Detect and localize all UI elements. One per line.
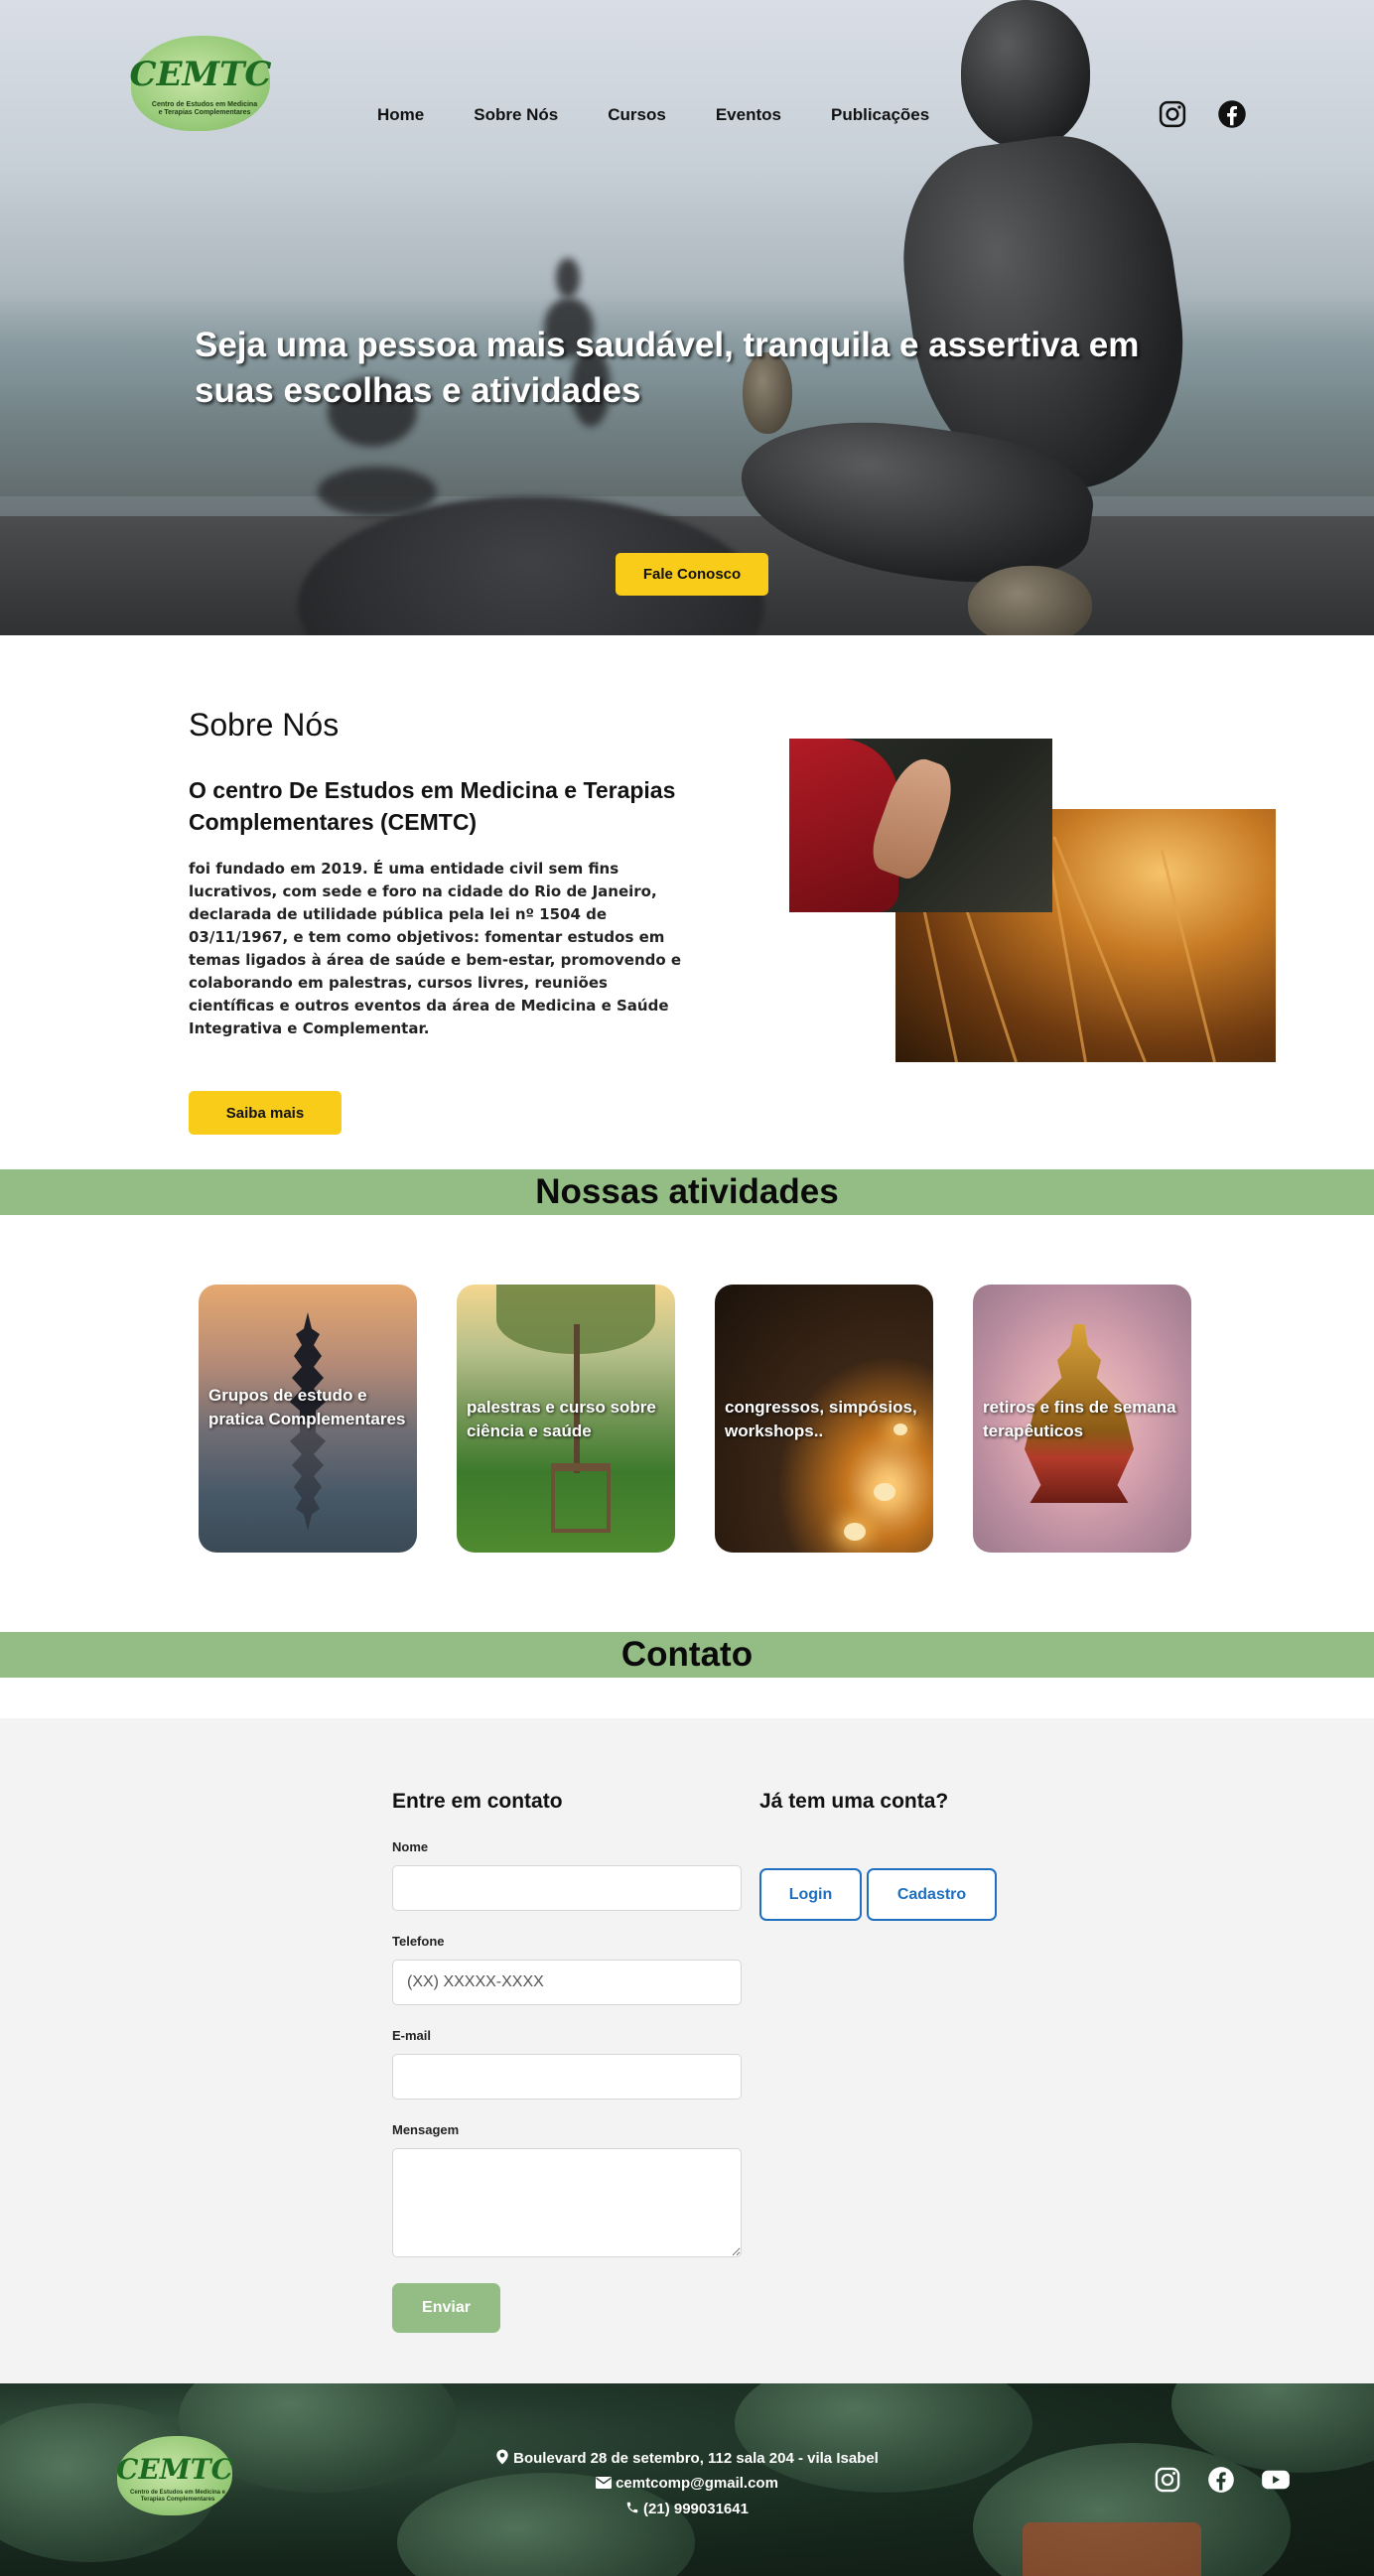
site-logo[interactable]: CEMTC Centro de Estudos em Medicina e Te… bbox=[129, 36, 272, 131]
pagoda-reflection bbox=[288, 1422, 328, 1531]
nav-item-publicacoes[interactable]: Publicações bbox=[831, 105, 929, 125]
candle-shape bbox=[844, 1523, 866, 1541]
nav-item-cursos[interactable]: Cursos bbox=[608, 105, 666, 125]
main-nav: Home Sobre Nós Cursos Eventos Publicaçõe… bbox=[377, 105, 929, 125]
activity-card-label: retiros e fins de semana terapêuticos bbox=[983, 1398, 1176, 1440]
about-subheading: O centro De Estudos em Medicina e Terapi… bbox=[189, 777, 676, 835]
footer-logo[interactable]: CEMTC Centro de Estudos em Medicina e Te… bbox=[116, 2436, 233, 2515]
contact-form-title: Entre em contato bbox=[392, 1790, 563, 1813]
logo-text: CEMTC bbox=[116, 2452, 233, 2486]
location-pin-icon bbox=[495, 2449, 509, 2469]
activity-card-retreats[interactable]: retiros e fins de semana terapêuticos bbox=[973, 1285, 1191, 1553]
contact-section bbox=[0, 1718, 1374, 2383]
wheat-stalk bbox=[1160, 850, 1216, 1062]
message-label: Mensagem bbox=[392, 2122, 460, 2137]
hero-stone bbox=[961, 0, 1090, 149]
logo-subtitle: Centro de Estudos em Medicina e Terapias… bbox=[151, 101, 258, 116]
about-body: foi fundado em 2019. É uma entidade civi… bbox=[189, 860, 682, 1037]
hero-title: Seja uma pessoa mais saudável, tranquila… bbox=[195, 326, 1140, 410]
instagram-icon[interactable] bbox=[1154, 2466, 1181, 2494]
candle-shape bbox=[874, 1483, 895, 1501]
logo-subtitle: Centro de Estudos em Medicina e Terapias… bbox=[129, 2490, 226, 2503]
activity-card-label: congressos, simpósios, workshops.. bbox=[725, 1398, 917, 1440]
phone-icon bbox=[625, 2501, 639, 2518]
envelope-icon bbox=[596, 2476, 613, 2493]
login-button[interactable]: Login bbox=[759, 1868, 862, 1921]
wooden-stand bbox=[551, 1463, 611, 1533]
message-textarea[interactable] bbox=[392, 2148, 742, 2257]
youtube-icon[interactable] bbox=[1261, 2466, 1291, 2494]
footer-email-text[interactable]: cemtcomp@gmail.com bbox=[616, 2475, 778, 2492]
account-title: Já tem uma conta? bbox=[759, 1790, 949, 1813]
name-input[interactable] bbox=[392, 1865, 742, 1911]
phone-label: Telefone bbox=[392, 1934, 445, 1949]
saiba-mais-button[interactable]: Saiba mais bbox=[189, 1091, 342, 1135]
submit-button[interactable]: Enviar bbox=[392, 2283, 500, 2333]
about-heading: Sobre Nós bbox=[189, 707, 340, 743]
activity-card-study-groups[interactable]: Grupos de estudo e pratica Complementare… bbox=[199, 1285, 417, 1553]
header-social-links bbox=[1158, 99, 1247, 129]
email-label: E-mail bbox=[392, 2028, 432, 2043]
footer-address-text: Boulevard 28 de setembro, 112 sala 204 -… bbox=[513, 2449, 879, 2467]
signup-button[interactable]: Cadastro bbox=[867, 1868, 997, 1921]
contact-heading: Contato bbox=[0, 1632, 1374, 1678]
activity-card-label: palestras e curso sobre ciência e saúde bbox=[467, 1398, 656, 1440]
hero-stone-blur bbox=[318, 467, 437, 516]
name-label: Nome bbox=[392, 1839, 429, 1854]
footer-clay-pot bbox=[1023, 2522, 1201, 2576]
hero-stone-blur bbox=[556, 258, 580, 298]
phone-input[interactable] bbox=[392, 1960, 742, 2005]
activity-card-label: Grupos de estudo e pratica Complementare… bbox=[208, 1386, 406, 1428]
nav-item-home[interactable]: Home bbox=[377, 105, 424, 125]
logo-text: CEMTC bbox=[129, 55, 272, 94]
praying-hands-photo bbox=[789, 739, 1052, 912]
activities-heading: Nossas atividades bbox=[0, 1169, 1374, 1215]
footer-social-links bbox=[1154, 2466, 1291, 2494]
nav-item-eventos[interactable]: Eventos bbox=[716, 105, 781, 125]
activity-card-lectures[interactable]: palestras e curso sobre ciência e saúde bbox=[457, 1285, 675, 1553]
instagram-icon[interactable] bbox=[1158, 99, 1187, 129]
contact-cta-button[interactable]: Fale Conosco bbox=[616, 553, 768, 596]
activity-card-congresses[interactable]: congressos, simpósios, workshops.. bbox=[715, 1285, 933, 1553]
facebook-icon[interactable] bbox=[1207, 2466, 1235, 2494]
footer-phone-text: (21) 999031641 bbox=[643, 2501, 749, 2517]
nav-item-sobre-nos[interactable]: Sobre Nós bbox=[474, 105, 558, 125]
email-input[interactable] bbox=[392, 2054, 742, 2100]
facebook-icon[interactable] bbox=[1217, 99, 1247, 129]
hero-stone bbox=[968, 566, 1092, 635]
